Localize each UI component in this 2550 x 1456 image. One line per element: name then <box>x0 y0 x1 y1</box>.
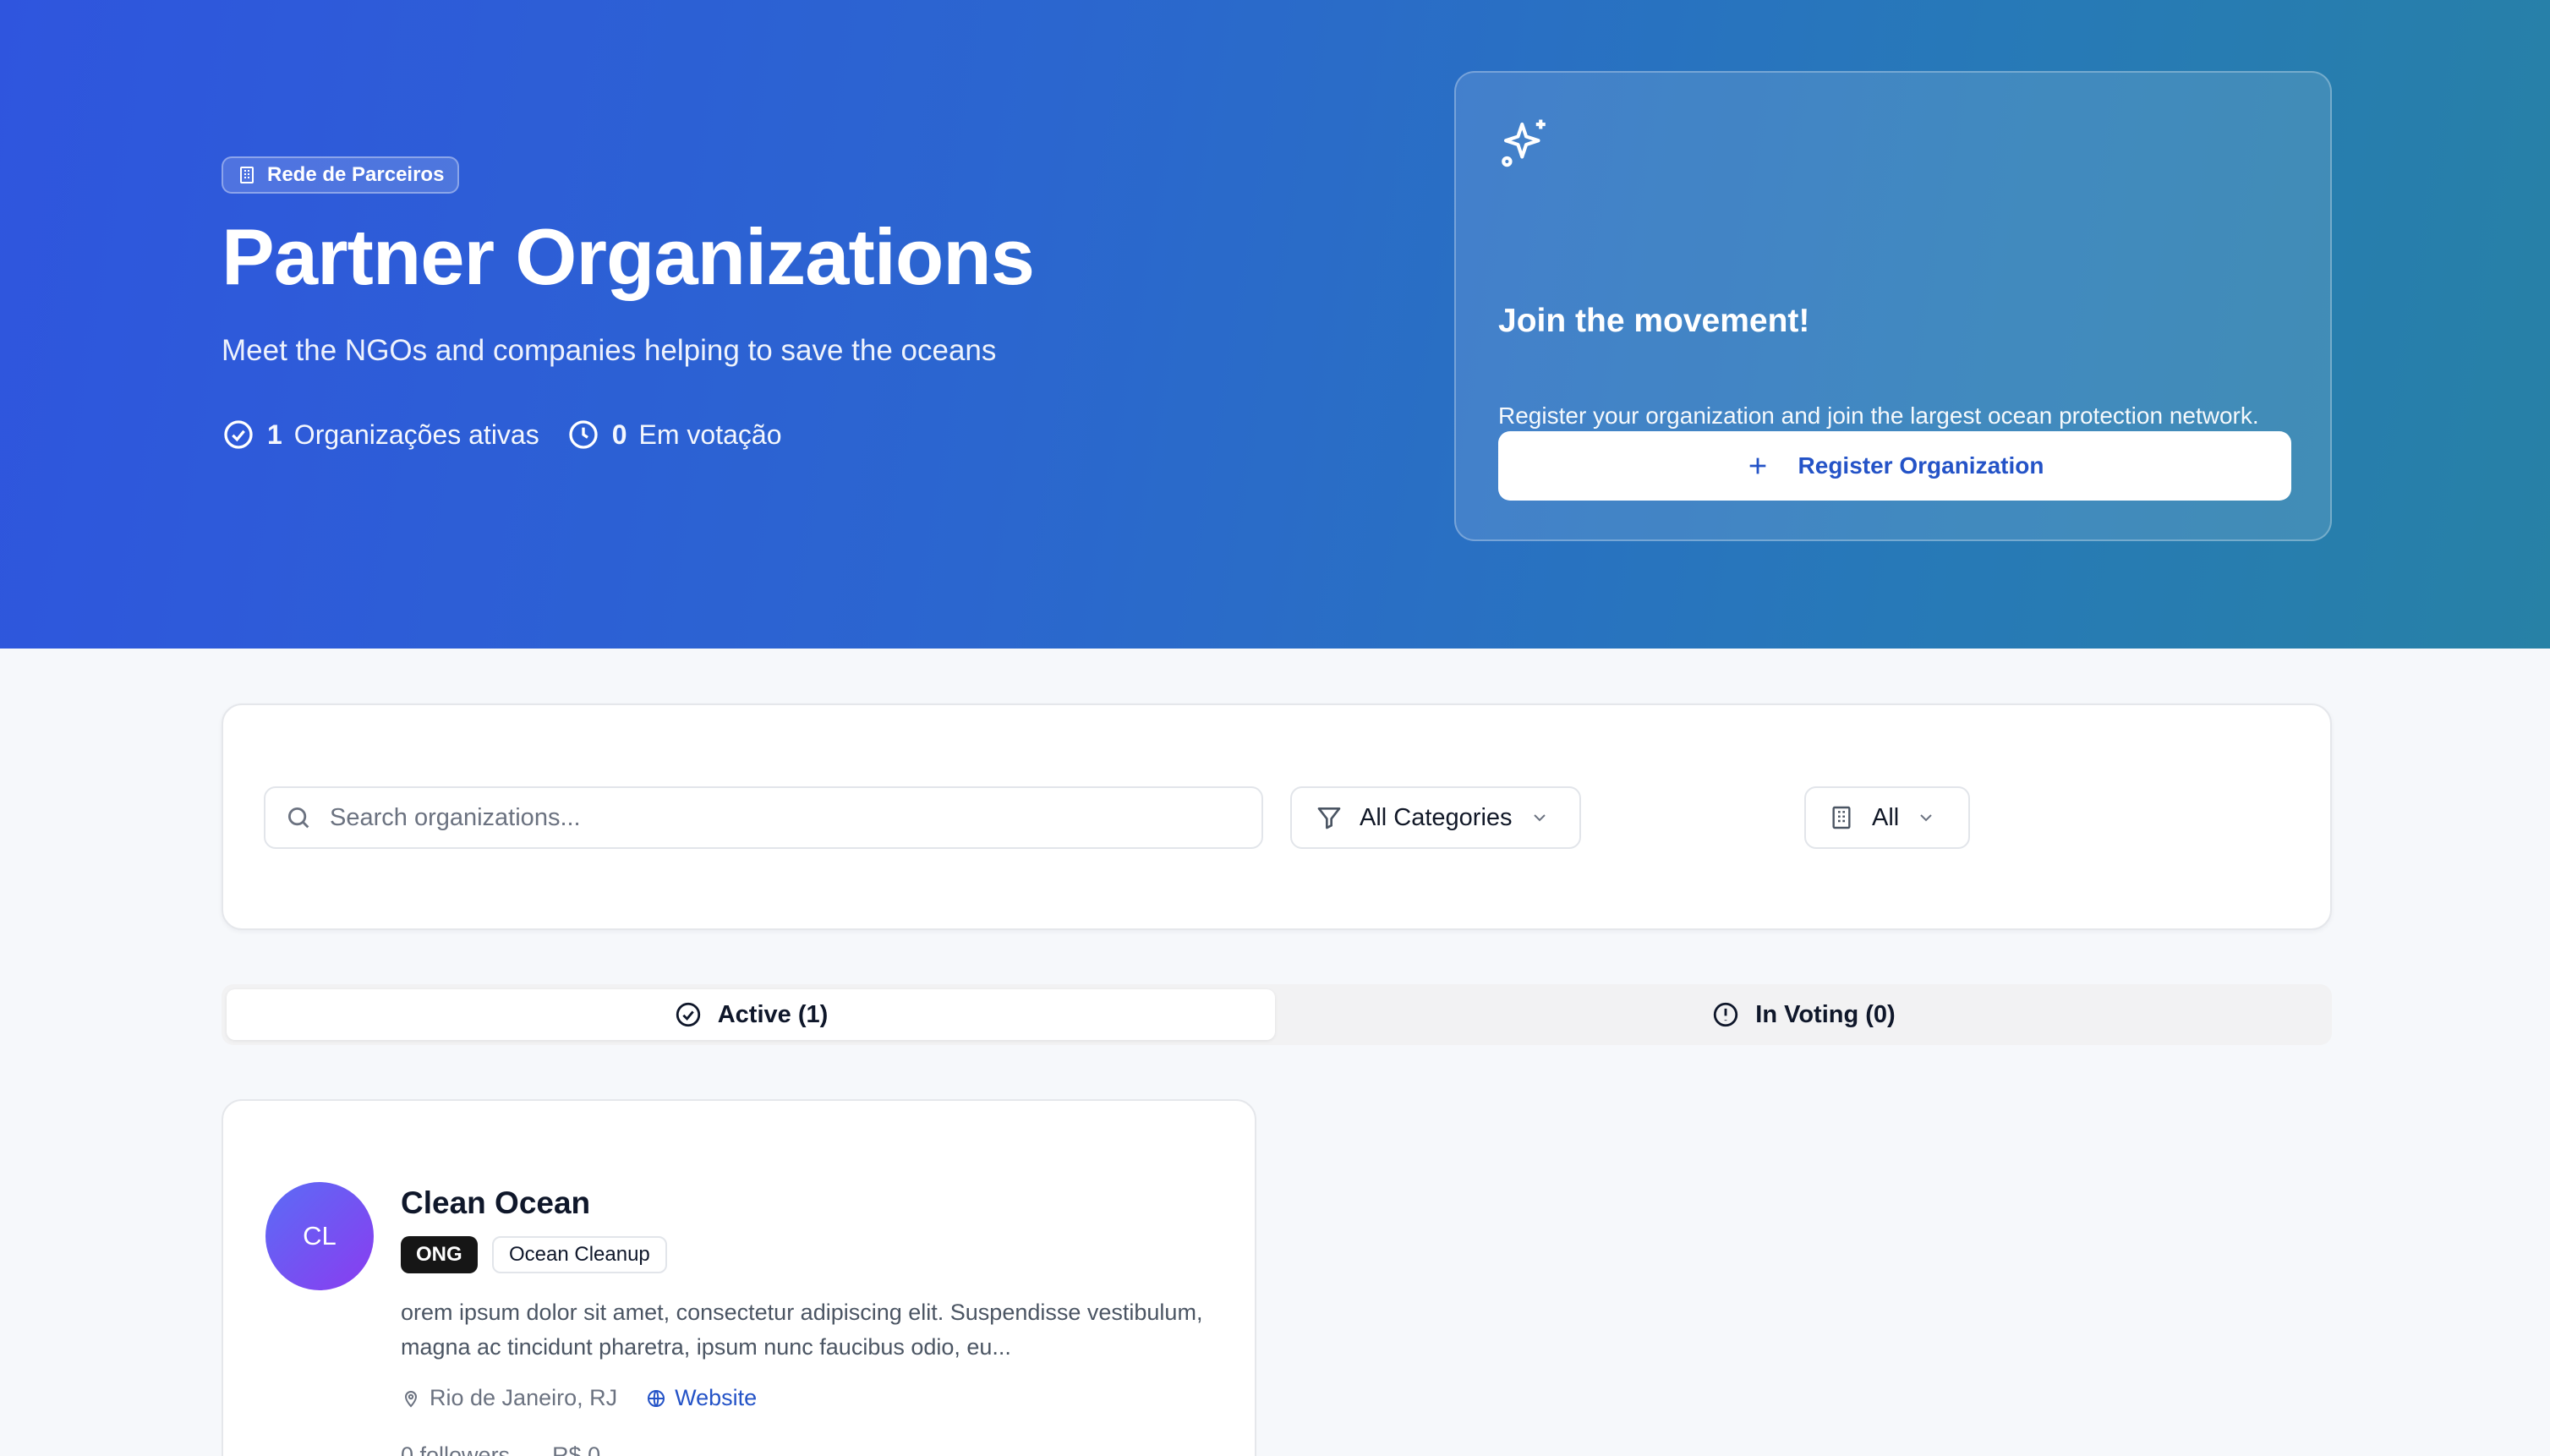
check-circle-icon <box>676 1002 700 1027</box>
join-title: Join the movement! <box>1498 303 1810 339</box>
avatar-initials: CL <box>303 1221 337 1251</box>
stat-voting: 0 Em votação <box>566 418 782 452</box>
filter-card: All Categories All <box>222 703 2332 930</box>
tab-active[interactable]: Active (1) <box>227 989 1275 1040</box>
organization-description: orem ipsum dolor sit amet, consectetur a… <box>401 1300 1203 1360</box>
plus-icon <box>1749 457 1765 474</box>
tab-voting[interactable]: In Voting (0) <box>1280 989 2327 1040</box>
followers-count: 0 followers <box>401 1442 511 1456</box>
chevron-down-icon <box>1920 814 1932 822</box>
category-select[interactable]: All Categories <box>1290 786 1581 849</box>
join-text: Register your organization and join the … <box>1498 402 2259 429</box>
search-icon <box>287 807 309 829</box>
category-select-value: All Categories <box>1360 803 1513 831</box>
chevron-down-icon <box>1533 814 1546 822</box>
type-select[interactable]: All <box>1804 786 1970 849</box>
building-icon <box>240 167 254 183</box>
search-box[interactable] <box>264 786 1263 849</box>
map-pin-icon <box>404 1390 418 1407</box>
filter-icon <box>1317 807 1341 829</box>
alert-circle-icon <box>1714 1002 1738 1027</box>
stat-voting-value: 0 <box>611 419 627 450</box>
tab-active-label: Active (1) <box>717 1000 829 1028</box>
join-card: Join the movement! Register your organiz… <box>1454 71 2332 541</box>
website-link-label: Website <box>675 1385 758 1410</box>
clock-icon <box>569 420 598 449</box>
stat-active-value: 1 <box>267 419 282 450</box>
avatar: CL <box>265 1182 374 1290</box>
check-circle-icon <box>224 420 253 449</box>
website-link[interactable]: Website <box>646 1385 757 1411</box>
hero-section: Rede de Parceiros Partner Organizations … <box>0 0 2550 649</box>
hero-stats: 1 Organizações ativas 0 Em votação <box>222 418 781 452</box>
donations-total: R$ 0 <box>552 1442 601 1456</box>
search-input[interactable] <box>330 803 1218 832</box>
register-button-label: Register Organization <box>1798 452 2044 479</box>
organization-name[interactable]: Clean Ocean <box>401 1185 590 1221</box>
location: Rio de Janeiro, RJ <box>401 1385 617 1411</box>
sparkles-icon <box>1502 119 1546 167</box>
organization-stats: 0 followers R$ 0 <box>401 1442 600 1456</box>
type-select-value: All <box>1872 803 1900 831</box>
page-subtitle: Meet the NGOs and companies helping to s… <box>222 334 997 367</box>
register-organization-button[interactable]: Register Organization <box>1498 431 2291 501</box>
badge-label: Rede de Parceiros <box>267 163 445 186</box>
page-title: Partner Organizations <box>222 212 1035 301</box>
globe-icon <box>648 1389 665 1407</box>
organization-tabs: Active (1) In Voting (0) <box>222 984 2332 1045</box>
stat-voting-label: Em votação <box>638 419 782 450</box>
stat-active: 1 Organizações ativas <box>222 418 539 452</box>
organization-card[interactable]: CL Clean Ocean ONG Ocean Cleanup orem ip… <box>222 1099 1256 1456</box>
building-icon <box>1832 806 1851 829</box>
stat-active-label: Organizações ativas <box>293 419 539 450</box>
partners-badge: Rede de Parceiros <box>222 156 460 194</box>
location-text: Rio de Janeiro, RJ <box>430 1385 618 1410</box>
tab-voting-label: In Voting (0) <box>1755 1000 1896 1028</box>
category-tag: Ocean Cleanup <box>492 1236 667 1273</box>
type-tag: ONG <box>401 1236 478 1273</box>
organization-meta: Rio de Janeiro, RJ Website <box>401 1385 757 1411</box>
